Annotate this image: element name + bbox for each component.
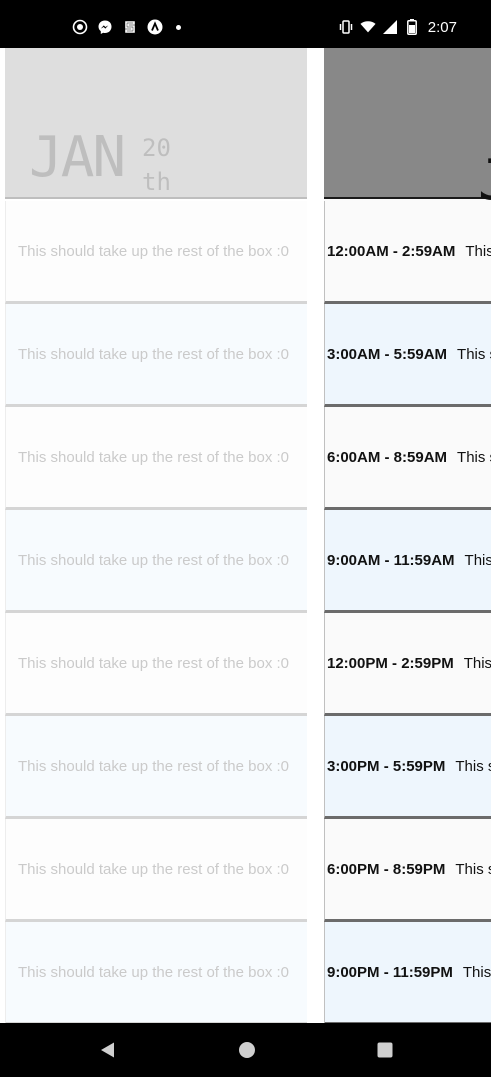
time-slot[interactable]: 6:00AM - 8:59AM This should take up the r… bbox=[324, 407, 491, 510]
time-slot[interactable]: 12:00AM - 2:59AM This should take up the … bbox=[324, 201, 491, 304]
time-slot[interactable]: This should take up the rest of the box … bbox=[5, 407, 307, 510]
time-slot[interactable]: 6:00PM - 8:59PM This should take up the r… bbox=[324, 819, 491, 922]
calendar-pager[interactable]: JAN 20 th This should take up the rest o… bbox=[0, 48, 491, 1023]
slot-description: This should take up the rest of the box … bbox=[18, 963, 289, 981]
back-icon[interactable] bbox=[96, 1038, 120, 1062]
signal-icon bbox=[382, 19, 398, 35]
day-header: J bbox=[324, 48, 491, 209]
slot-description: This should take up the rest of the box … bbox=[18, 860, 289, 878]
time-slot[interactable]: 3:00AM - 5:59AM This should take up the r… bbox=[324, 304, 491, 407]
messenger-icon bbox=[97, 19, 113, 35]
slot-time-range: 12:00PM - 2:59PM bbox=[327, 654, 454, 672]
notification-icons bbox=[72, 17, 181, 37]
clock-time: 2:07 bbox=[427, 18, 457, 36]
day-card-current[interactable]: J 12:00AM - 2:59AM This should take up th… bbox=[324, 48, 491, 1023]
time-slot[interactable]: 9:00AM - 11:59AM This should take up the … bbox=[324, 510, 491, 613]
slot-description: This should take up the rest of the box … bbox=[18, 757, 289, 775]
time-slot[interactable]: This should take up the rest of the box … bbox=[5, 613, 307, 716]
slot-time-range: 6:00PM - 8:59PM bbox=[327, 860, 446, 878]
more-dot-icon bbox=[176, 24, 181, 30]
slot-description: This should take up the rest of the box … bbox=[462, 963, 491, 981]
slot-time-range: 9:00PM - 11:59PM bbox=[327, 963, 453, 981]
screen-record-icon bbox=[72, 19, 88, 35]
time-slot[interactable]: This should take up the rest of the box … bbox=[5, 922, 307, 1023]
slot-description: This should take up the rest of the box … bbox=[18, 654, 289, 672]
slot-description: This should take up the rest of the box … bbox=[464, 551, 491, 569]
time-slot[interactable]: This should take up the rest of the box … bbox=[5, 304, 307, 407]
time-slot[interactable]: 12:00PM - 2:59PM This should take up the … bbox=[324, 613, 491, 716]
time-slot[interactable]: This should take up the rest of the box … bbox=[5, 201, 307, 304]
slot-time-range: 9:00AM - 11:59AM bbox=[327, 551, 455, 569]
slot-time-range: 3:00PM - 5:59PM bbox=[327, 757, 446, 775]
status-bar: 2:07 bbox=[0, 0, 491, 48]
slot-description: This should take up the rest of the box … bbox=[18, 345, 289, 363]
navigation-bar bbox=[0, 1023, 491, 1077]
home-icon[interactable] bbox=[235, 1038, 259, 1062]
wifi-icon bbox=[360, 19, 376, 35]
slot-description: This should take up the rest of the box … bbox=[463, 654, 491, 672]
slot-description: This should take up the rest of the box … bbox=[455, 860, 491, 878]
time-slot[interactable]: This should take up the rest of the box … bbox=[5, 819, 307, 922]
slot-description: This should take up the rest of the box … bbox=[18, 448, 289, 466]
slot-description: This should take up the rest of the box … bbox=[465, 242, 491, 260]
slot-time-range: 6:00AM - 8:59AM bbox=[327, 448, 448, 466]
slot-description: This should take up the rest of the box … bbox=[18, 551, 289, 569]
day-card-previous[interactable]: JAN 20 th This should take up the rest o… bbox=[5, 48, 307, 1023]
header-day-suffix: th bbox=[142, 168, 171, 196]
system-icons: 2:07 bbox=[338, 17, 457, 37]
battery-icon bbox=[404, 19, 420, 35]
slot-time-range: 12:00AM - 2:59AM bbox=[327, 242, 456, 260]
app-a-icon bbox=[147, 19, 163, 35]
time-slot[interactable]: 9:00PM - 11:59PM This should take up the … bbox=[324, 922, 491, 1023]
slot-description: This should take up the rest of the box … bbox=[455, 757, 491, 775]
time-slot[interactable]: This should take up the rest of the box … bbox=[5, 510, 307, 613]
day-header: JAN 20 th bbox=[5, 48, 307, 199]
recents-icon[interactable] bbox=[373, 1038, 397, 1062]
slot-description: This should take up the rest of the box … bbox=[457, 345, 491, 363]
time-slot[interactable]: 3:00PM - 5:59PM This should take up the r… bbox=[324, 716, 491, 819]
slot-description: This should take up the rest of the box … bbox=[18, 242, 289, 260]
strava-icon bbox=[122, 19, 138, 35]
vibrate-icon bbox=[338, 19, 354, 35]
slot-description: This should take up the rest of the box … bbox=[457, 448, 491, 466]
slot-time-range: 3:00AM - 5:59AM bbox=[327, 345, 448, 363]
header-day: 20 bbox=[142, 134, 171, 162]
header-month: JAN bbox=[29, 125, 126, 190]
time-slot[interactable]: This should take up the rest of the box … bbox=[5, 716, 307, 819]
